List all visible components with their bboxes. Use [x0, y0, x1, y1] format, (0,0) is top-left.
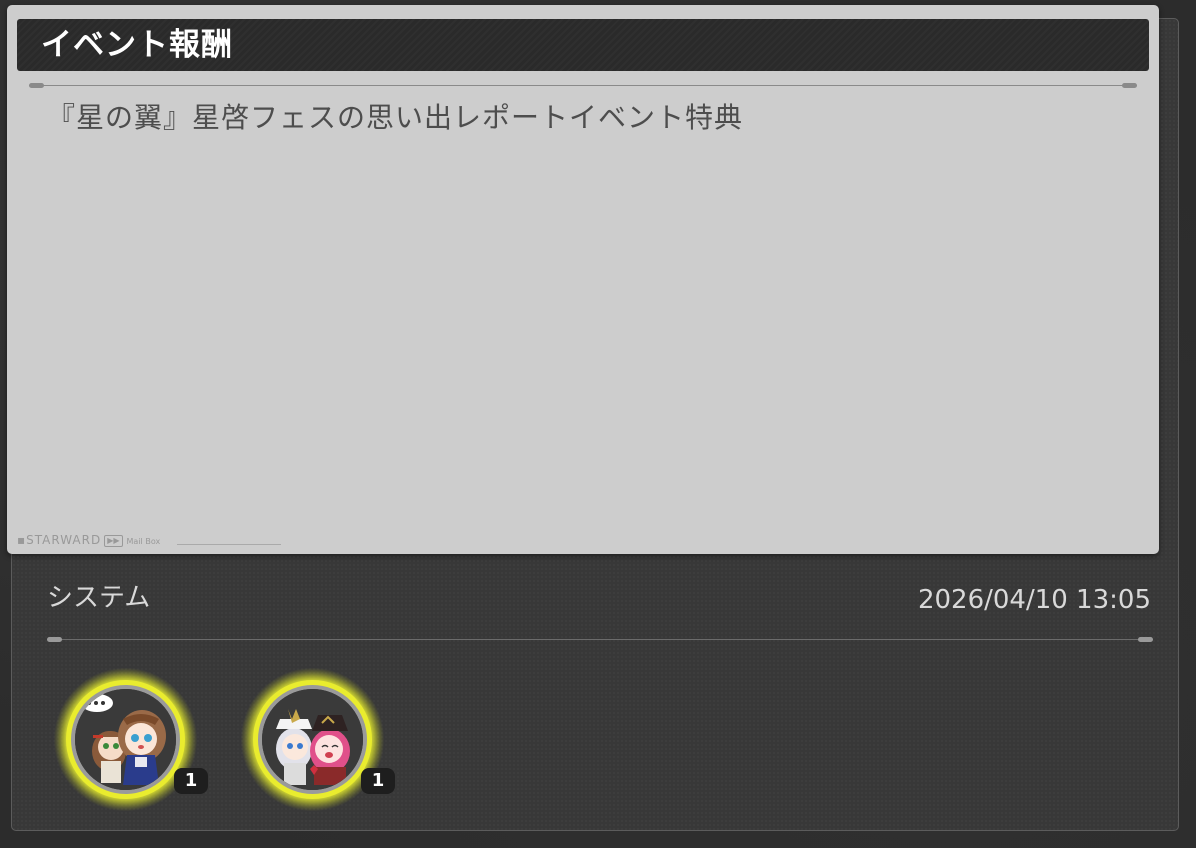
chibi-character-pair-icon: [258, 685, 367, 794]
chibi-character-pair-icon: [71, 685, 180, 794]
card-footer-brand: ▪STARWARD ▶▶ Mail Box: [17, 533, 281, 547]
mail-title-bar: イベント報酬: [17, 19, 1149, 71]
reward-item[interactable]: 1: [240, 667, 395, 812]
mail-content-card: イベント報酬 『星の翼』星啓フェスの思い出レポートイベント特典 ▪STARWAR…: [7, 5, 1159, 554]
title-divider: [29, 83, 1137, 89]
reward-quantity-badge: 1: [361, 768, 395, 794]
mail-sender: システム: [47, 583, 151, 613]
reward-quantity-badge: 1: [174, 768, 208, 794]
mail-timestamp: 2026/04/10 13:05: [917, 585, 1151, 615]
brand-label: STARWARD: [26, 533, 102, 547]
fast-forward-icon: ▶▶: [104, 535, 123, 547]
mail-title: イベント報酬: [41, 27, 233, 63]
reward-item[interactable]: 1: [53, 667, 208, 812]
footer-underline: [177, 544, 281, 545]
mail-subject: 『星の翼』星啓フェスの思い出レポートイベント特典: [47, 101, 744, 134]
mailbox-label: Mail Box: [126, 537, 161, 546]
sender-divider: [47, 637, 1153, 643]
